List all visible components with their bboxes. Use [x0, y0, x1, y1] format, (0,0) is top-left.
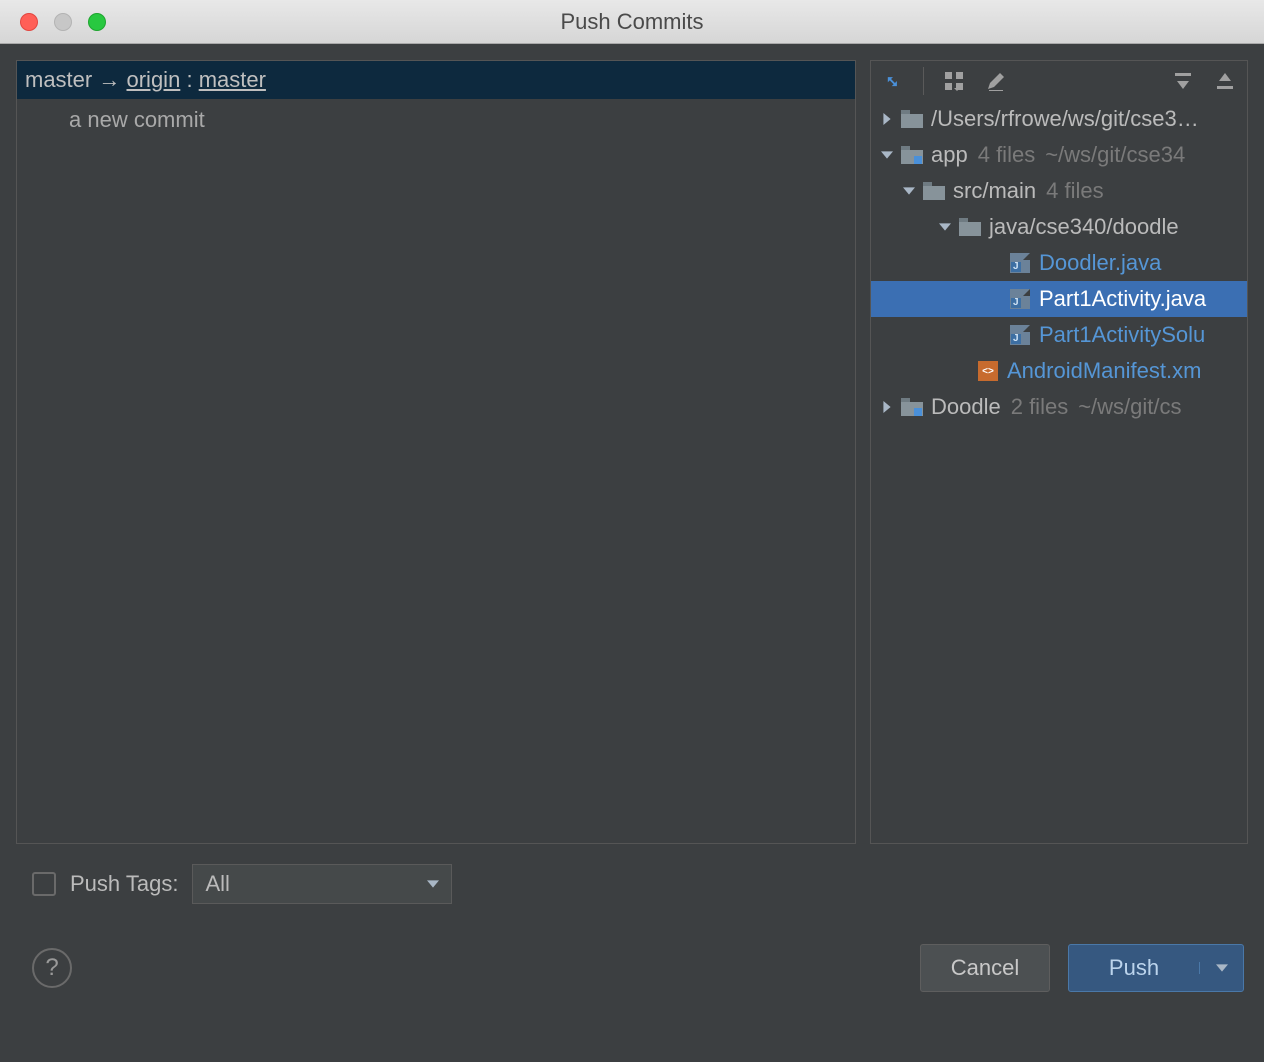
tree-meta: 2 files: [1011, 394, 1068, 420]
java-file-icon: J: [1009, 288, 1031, 310]
tree-meta: 4 files: [1046, 178, 1103, 204]
chevron-down-icon[interactable]: [879, 147, 895, 163]
tree-path: ~/ws/git/cs: [1078, 394, 1181, 420]
push-tags-label: Push Tags:: [70, 871, 178, 897]
local-branch: master: [25, 67, 92, 92]
maximize-window-button[interactable]: [88, 13, 106, 31]
toolbar-separator: [923, 67, 924, 95]
push-button-dropdown[interactable]: [1199, 962, 1243, 974]
select-value: All: [205, 871, 229, 897]
file-name: Doodler.java: [1039, 250, 1161, 276]
chevron-down-icon: [1216, 962, 1228, 974]
folder-icon: [923, 180, 945, 202]
java-file-icon: J: [1009, 324, 1031, 346]
file-name: AndroidManifest.xm: [1007, 358, 1201, 384]
folder-icon: [959, 216, 981, 238]
tree-label: /Users/rfrowe/ws/git/cse3…: [931, 106, 1199, 132]
chevron-down-icon: [427, 878, 439, 890]
dialog-footer: Push Tags: All ? Cancel Push: [0, 844, 1264, 1012]
tree-label: java/cse340/doodle: [989, 214, 1179, 240]
module-folder-icon: [901, 144, 923, 166]
cancel-label: Cancel: [951, 955, 1019, 981]
chevron-down-icon[interactable]: [937, 219, 953, 235]
push-button-main[interactable]: Push: [1069, 955, 1199, 981]
chevron-right-icon[interactable]: [879, 399, 895, 415]
tree-label: Doodle: [931, 394, 1001, 420]
window-title: Push Commits: [0, 9, 1264, 35]
push-label: Push: [1109, 955, 1159, 981]
file-name: Part1Activity.java: [1039, 286, 1206, 312]
tree-label: app: [931, 142, 968, 168]
colon: :: [186, 67, 192, 92]
tree-row-file[interactable]: J Part1ActivitySolu: [871, 317, 1247, 353]
tree-row-file[interactable]: J Doodler.java: [871, 245, 1247, 281]
module-folder-icon: [901, 396, 923, 418]
chevron-right-icon[interactable]: [879, 111, 895, 127]
tree-row-file-selected[interactable]: J Part1Activity.java: [871, 281, 1247, 317]
commit-message[interactable]: a new commit: [17, 99, 855, 141]
push-button[interactable]: Push: [1068, 944, 1244, 992]
edit-icon[interactable]: [984, 69, 1008, 93]
file-name: Part1ActivitySolu: [1039, 322, 1205, 348]
files-panel: /Users/rfrowe/ws/git/cse3… app 4 files ~…: [870, 60, 1248, 844]
push-tags-row: Push Tags: All: [32, 864, 1244, 904]
file-tree: /Users/rfrowe/ws/git/cse3… app 4 files ~…: [871, 101, 1247, 425]
help-button[interactable]: ?: [32, 948, 72, 988]
buttons-row: ? Cancel Push: [32, 944, 1244, 992]
tree-label: src/main: [953, 178, 1036, 204]
push-header[interactable]: master → origin : master: [17, 61, 855, 99]
close-window-button[interactable]: [20, 13, 38, 31]
tree-path: ~/ws/git/cse34: [1045, 142, 1185, 168]
collapse-all-icon[interactable]: [1213, 69, 1237, 93]
push-tags-select[interactable]: All: [192, 864, 452, 904]
window-controls: [0, 13, 106, 31]
folder-icon: [901, 108, 923, 130]
minimize-window-button[interactable]: [54, 13, 72, 31]
tree-row-root[interactable]: /Users/rfrowe/ws/git/cse3…: [871, 101, 1247, 137]
xml-file-icon: <>: [977, 360, 999, 382]
title-bar: Push Commits: [0, 0, 1264, 44]
help-icon: ?: [45, 954, 58, 982]
remote-name-link[interactable]: origin: [127, 67, 181, 92]
expand-all-icon[interactable]: [1171, 69, 1195, 93]
push-tags-checkbox[interactable]: [32, 872, 56, 896]
tree-row-doodle[interactable]: Doodle 2 files ~/ws/git/cs: [871, 389, 1247, 425]
collapse-diff-icon[interactable]: [881, 69, 905, 93]
tree-row-package[interactable]: java/cse340/doodle: [871, 209, 1247, 245]
cancel-button[interactable]: Cancel: [920, 944, 1050, 992]
arrow-icon: →: [98, 67, 120, 92]
chevron-down-icon[interactable]: [901, 183, 917, 199]
tree-row-file[interactable]: <> AndroidManifest.xm: [871, 353, 1247, 389]
dialog-body: master → origin : master a new commit: [0, 44, 1264, 844]
remote-branch-link[interactable]: master: [199, 67, 266, 92]
commits-panel: master → origin : master a new commit: [16, 60, 856, 844]
java-file-icon: J: [1009, 252, 1031, 274]
tree-meta: 4 files: [978, 142, 1035, 168]
group-by-icon[interactable]: [942, 69, 966, 93]
tree-row-app[interactable]: app 4 files ~/ws/git/cse34: [871, 137, 1247, 173]
tree-row-src[interactable]: src/main 4 files: [871, 173, 1247, 209]
files-toolbar: [871, 61, 1247, 101]
